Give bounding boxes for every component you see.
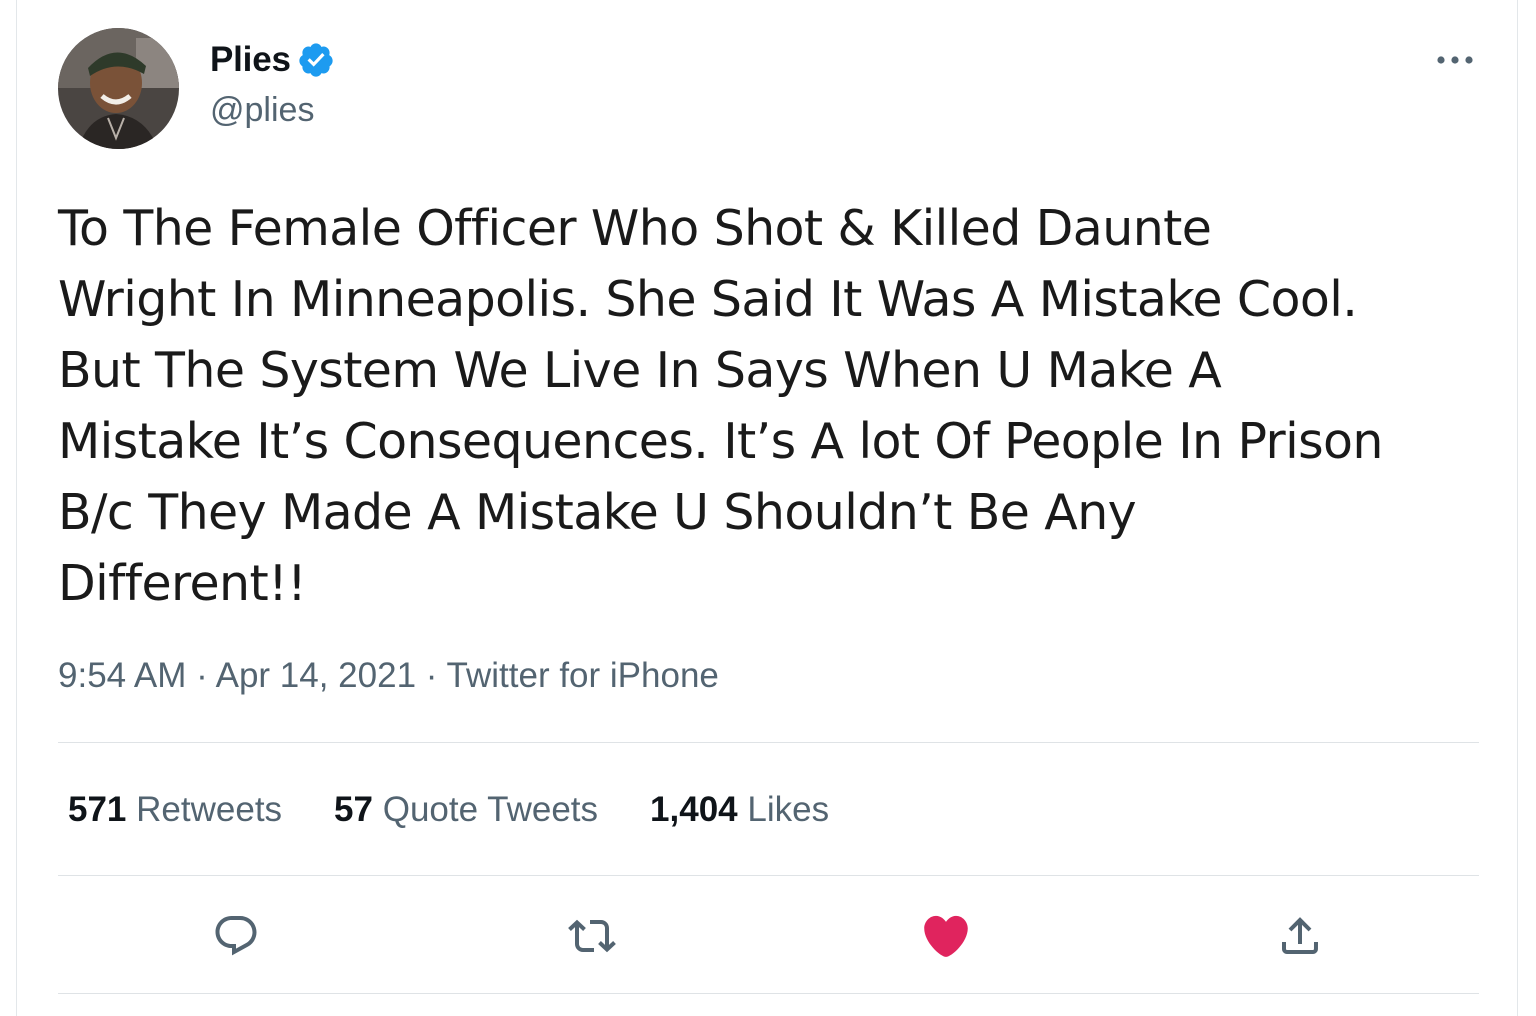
tweet-line: Mistake It’s Consequences. It’s A lot Of… <box>58 413 1383 470</box>
share-icon <box>1282 917 1318 954</box>
reply-icon <box>215 916 257 956</box>
retweets-label: Retweets <box>136 790 283 829</box>
divider <box>58 742 1479 743</box>
tweet-stats: 571 Retweets 57 Quote Tweets 1,404 Likes <box>68 790 881 830</box>
tweet-line: B/c They Made A Mistake U Shouldn’t Be A… <box>58 484 1137 541</box>
retweet-icon <box>568 919 616 953</box>
tweet-line: Wright In Minneapolis. She Said It Was A… <box>58 271 1358 328</box>
author-name-row: Plies <box>210 40 335 80</box>
tweet-time[interactable]: 9:54 AM <box>58 656 186 695</box>
meta-separator: · <box>416 656 447 695</box>
retweet-button[interactable] <box>562 906 622 966</box>
reply-button[interactable] <box>206 906 266 966</box>
tweet-line: To The Female Officer Who Shot & Killed … <box>58 200 1212 257</box>
tweet-date[interactable]: Apr 14, 2021 <box>216 656 416 695</box>
quote-tweets-stat[interactable]: 57 Quote Tweets <box>334 790 598 830</box>
verified-badge-icon <box>297 41 335 79</box>
tweet-line: Different!! <box>58 555 307 612</box>
avatar-photo <box>58 28 179 149</box>
heart-filled-icon <box>924 915 968 957</box>
author-display-name[interactable]: Plies <box>210 40 291 80</box>
more-options-button[interactable] <box>1431 45 1479 75</box>
quote-tweets-label: Quote Tweets <box>382 790 599 829</box>
retweets-stat[interactable]: 571 Retweets <box>68 790 282 830</box>
likes-stat[interactable]: 1,404 Likes <box>650 790 829 830</box>
tweet-line: But The System We Live In Says When U Ma… <box>58 342 1222 399</box>
quote-tweets-count: 57 <box>334 790 373 829</box>
tweet-text: To The Female Officer Who Shot & Killed … <box>58 193 1498 619</box>
tweet-source[interactable]: Twitter for iPhone <box>447 656 719 695</box>
meta-separator: · <box>186 656 216 695</box>
like-button[interactable] <box>916 906 976 966</box>
more-dots-icon <box>1437 56 1473 64</box>
divider <box>58 993 1479 994</box>
divider <box>58 875 1479 876</box>
likes-label: Likes <box>747 790 830 829</box>
author-handle[interactable]: @plies <box>210 91 314 130</box>
likes-count: 1,404 <box>650 790 738 829</box>
avatar[interactable] <box>58 28 179 149</box>
share-button[interactable] <box>1270 906 1330 966</box>
tweet-meta: 9:54 AM · Apr 14, 2021 · Twitter for iPh… <box>58 656 719 696</box>
retweets-count: 571 <box>68 790 127 829</box>
